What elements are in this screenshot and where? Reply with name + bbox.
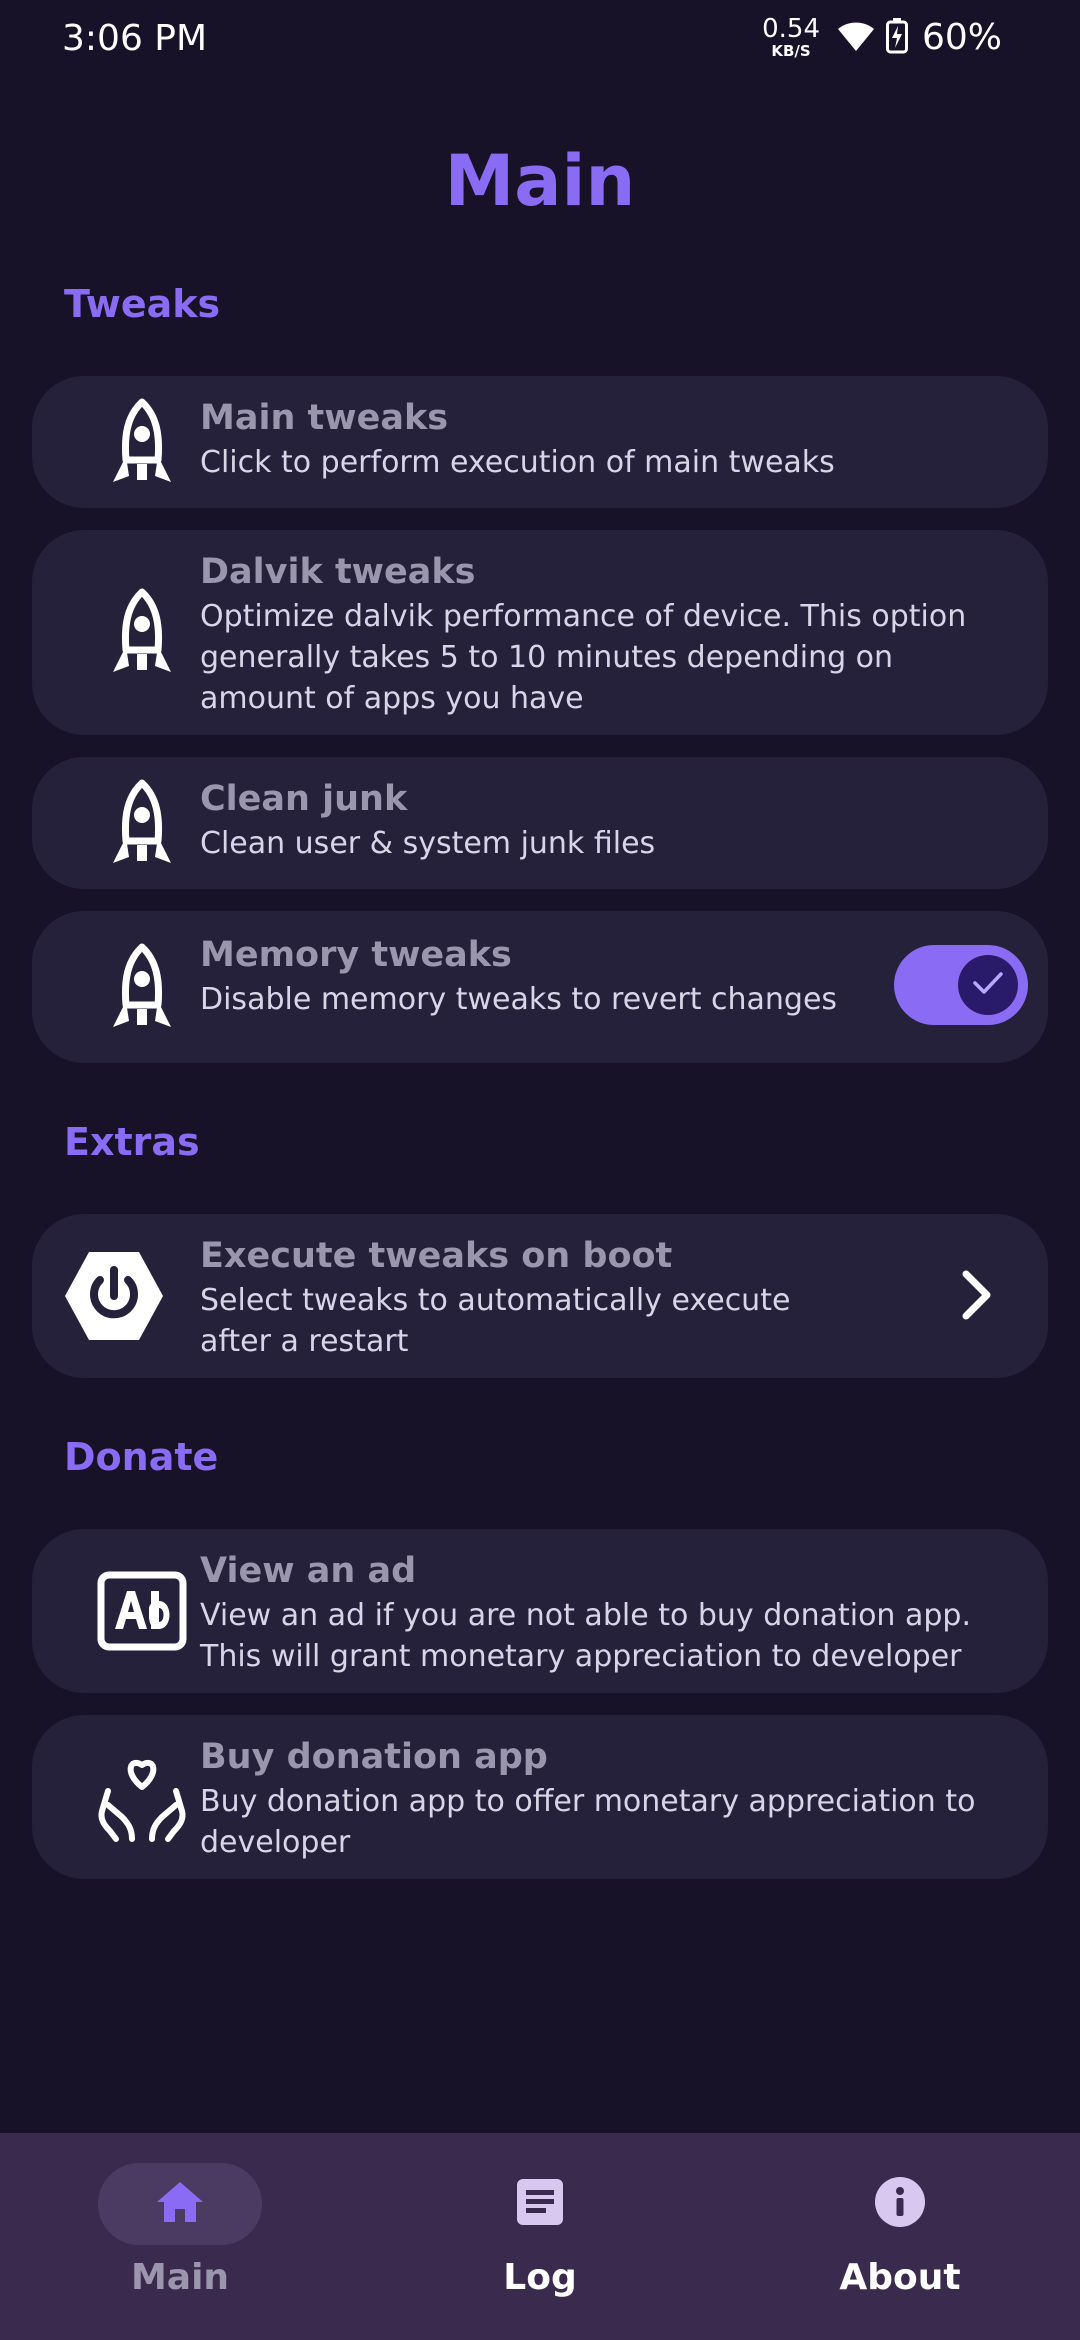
rocket-icon	[86, 588, 198, 678]
main-tweaks-text: Main tweaks Click to perform execution o…	[200, 396, 835, 483]
view-ad-title: View an ad	[200, 1551, 417, 1591]
clean-junk-desc-line: Clean user & system junk files	[200, 826, 656, 861]
page-title: Main	[444, 140, 636, 222]
wifi-icon	[836, 19, 876, 57]
clean-junk-card[interactable]: Clean junk Clean user & system junk file…	[32, 757, 1048, 889]
network-speed: 0.54 KB/S	[762, 16, 820, 59]
nav-item-main[interactable]: Main	[60, 2163, 300, 2298]
power-icon	[60, 1248, 168, 1344]
donation-hands-icon	[86, 1749, 198, 1845]
buy-donation-desc-line: Buy donation app to offer monetary appre…	[200, 1784, 976, 1819]
chevron-right-icon[interactable]	[960, 1270, 992, 1324]
buy-donation-card[interactable]: Buy donation app Buy donation app to off…	[32, 1715, 1048, 1879]
memory-tweaks-desc: Disable memory tweaks to revert changes	[200, 979, 837, 1020]
view-ad-desc-line: View an ad if you are not able to buy do…	[200, 1598, 971, 1633]
main-tweaks-desc: Click to perform execution of main tweak…	[200, 442, 835, 483]
buy-donation-text: Buy donation app Buy donation app to off…	[200, 1735, 975, 1863]
nav-pill-main	[98, 2163, 262, 2245]
toggle-knob	[958, 955, 1018, 1015]
battery-icon	[885, 17, 908, 58]
view-ad-desc-line: This will grant monetary appreciation to…	[200, 1639, 962, 1674]
nav-label-log: Log	[503, 2257, 577, 2298]
ad-icon	[86, 1567, 198, 1655]
rocket-icon	[86, 943, 198, 1033]
boot-tweaks-desc: Select tweaks to automatically execute a…	[200, 1280, 790, 1362]
status-icons: 0.54 KB/S 60%	[762, 16, 1002, 59]
main-tweaks-desc-line: Click to perform execution of main tweak…	[200, 445, 835, 480]
status-time: 3:06 PM	[62, 18, 208, 59]
network-speed-unit: KB/S	[771, 42, 811, 60]
boot-tweaks-card[interactable]: Execute tweaks on boot Select tweaks to …	[32, 1214, 1048, 1378]
info-icon	[873, 2175, 927, 2233]
clean-junk-text: Clean junk Clean user & system junk file…	[200, 777, 655, 864]
boot-tweaks-desc-line: Select tweaks to automatically execute	[200, 1283, 791, 1318]
status-bar: 3:06 PM 0.54 KB/S 60%	[0, 0, 1080, 84]
boot-tweaks-title: Execute tweaks on boot	[200, 1236, 673, 1276]
section-title-donate: Donate	[64, 1435, 219, 1479]
battery-percent: 60%	[921, 17, 1002, 58]
nav-label-main: Main	[130, 2257, 230, 2298]
boot-tweaks-text: Execute tweaks on boot Select tweaks to …	[200, 1234, 790, 1362]
nav-pill-log	[458, 2163, 622, 2245]
rocket-icon	[86, 398, 198, 488]
buy-donation-title: Buy donation app	[200, 1737, 548, 1777]
dalvik-tweaks-card[interactable]: Dalvik tweaks Optimize dalvik performanc…	[32, 530, 1048, 735]
main-tweaks-title: Main tweaks	[200, 398, 449, 438]
home-icon	[155, 2180, 205, 2228]
memory-tweaks-title: Memory tweaks	[200, 935, 512, 975]
dalvik-tweaks-title: Dalvik tweaks	[200, 552, 476, 592]
buy-donation-desc: Buy donation app to offer monetary appre…	[200, 1781, 975, 1863]
dalvik-tweaks-desc-line: Optimize dalvik performance of device. T…	[200, 599, 967, 634]
rocket-icon	[86, 779, 198, 869]
clean-junk-title: Clean junk	[200, 779, 408, 819]
nav-item-log[interactable]: Log	[420, 2163, 660, 2298]
view-ad-desc: View an ad if you are not able to buy do…	[200, 1595, 971, 1677]
nav-pill-about	[818, 2163, 982, 2245]
section-title-extras: Extras	[64, 1120, 200, 1164]
memory-tweaks-card[interactable]: Memory tweaks Disable memory tweaks to r…	[32, 911, 1048, 1063]
bottom-navigation: Main Log About	[0, 2133, 1080, 2340]
boot-tweaks-desc-line: after a restart	[200, 1324, 409, 1359]
main-tweaks-card[interactable]: Main tweaks Click to perform execution o…	[32, 376, 1048, 508]
dalvik-tweaks-desc-line: generally takes 5 to 10 minutes dependin…	[200, 640, 894, 675]
view-ad-card[interactable]: View an ad View an ad if you are not abl…	[32, 1529, 1048, 1693]
nav-item-about[interactable]: About	[780, 2163, 1020, 2298]
dalvik-tweaks-desc: Optimize dalvik performance of device. T…	[200, 596, 966, 719]
clean-junk-desc: Clean user & system junk files	[200, 823, 655, 864]
buy-donation-desc-line: developer	[200, 1825, 351, 1860]
memory-tweaks-desc-line: Disable memory tweaks to revert changes	[200, 982, 838, 1017]
memory-tweaks-toggle[interactable]	[894, 945, 1028, 1025]
network-speed-value: 0.54	[762, 14, 820, 44]
nav-label-about: About	[839, 2257, 961, 2298]
check-icon	[972, 970, 1004, 1000]
dalvik-tweaks-desc-line: amount of apps you have	[200, 681, 584, 716]
view-ad-text: View an ad View an ad if you are not abl…	[200, 1549, 971, 1677]
section-title-tweaks: Tweaks	[64, 282, 221, 326]
dalvik-tweaks-text: Dalvik tweaks Optimize dalvik performanc…	[200, 550, 966, 719]
log-icon	[515, 2177, 565, 2231]
memory-tweaks-text: Memory tweaks Disable memory tweaks to r…	[200, 933, 837, 1020]
